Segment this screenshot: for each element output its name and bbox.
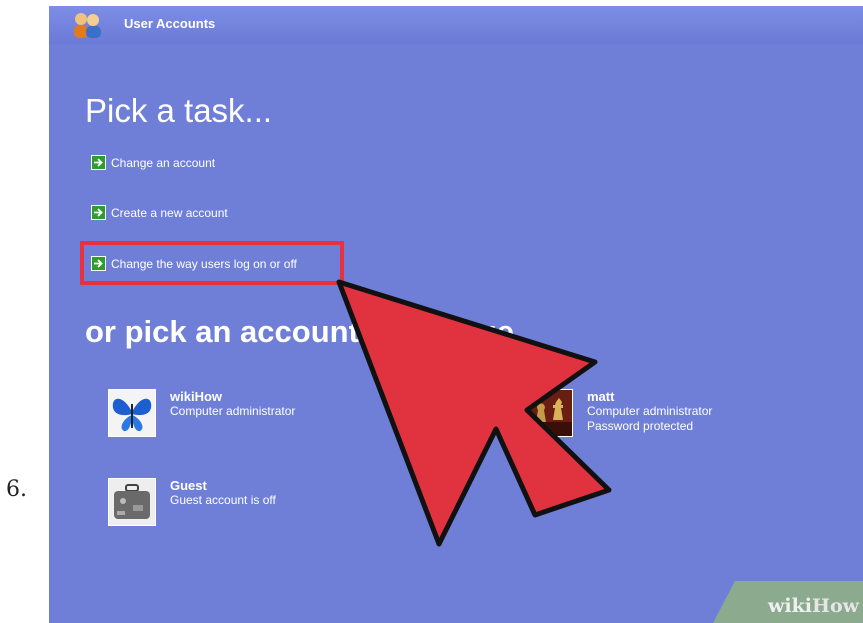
pointer-arrow [336,279,612,547]
watermark-text: wikiHow [768,595,859,617]
wikihow-watermark: wikiHow [713,581,863,623]
watermark-brand-part1: wiki [768,595,813,617]
step-number: 6. [6,477,27,502]
watermark-brand-part2: How [812,595,859,617]
user-accounts-window: User Accounts Pick a task... Change an a… [49,6,863,623]
